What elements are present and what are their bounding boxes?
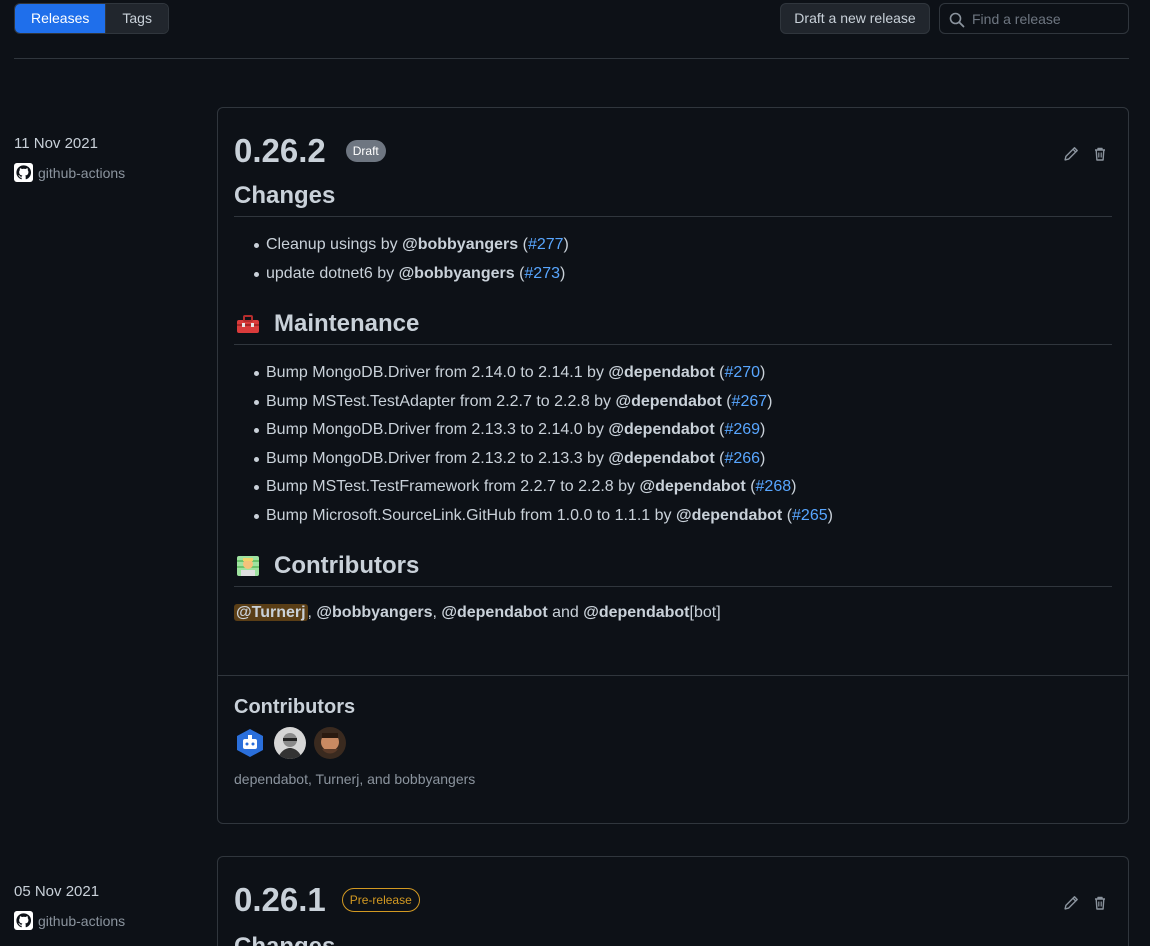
release-version[interactable]: 0.26.1 — [234, 881, 326, 919]
paren: ) — [760, 449, 766, 467]
section-heading-changes: Changes — [234, 182, 1112, 217]
contributors-footer: Contributors dependabot, Turnerj, and bo… — [218, 675, 1128, 823]
paren: ) — [563, 236, 569, 253]
release-version[interactable]: 0.26.2 — [234, 132, 326, 170]
changes-list: Cleanup usings by @bobbyangers (#277) up… — [234, 231, 1112, 288]
list-item: Bump MSTest.TestAdapter from 2.2.7 to 2.… — [254, 388, 1112, 417]
user-mention[interactable]: @dependabot — [441, 604, 547, 621]
footer-heading: Contributors — [234, 696, 356, 718]
release-card: 0.26.2 Draft Changes Cleanup usings by @… — [217, 107, 1129, 824]
release-date: 11 Nov 2021 — [14, 135, 98, 152]
trash-icon[interactable] — [1092, 146, 1108, 162]
user-mention[interactable]: @bobbyangers — [402, 236, 518, 253]
search-input[interactable] — [972, 4, 1122, 33]
toolbox-icon — [234, 312, 262, 336]
pr-link[interactable]: #269 — [724, 421, 760, 438]
search-icon — [949, 12, 965, 28]
item-text: update dotnet6 by — [266, 264, 399, 282]
section-heading-text: Changes — [234, 933, 335, 946]
edit-pencil-icon[interactable] — [1063, 146, 1079, 162]
user-mention[interactable]: @dependabot — [616, 393, 722, 410]
draft-new-release-button[interactable]: Draft a new release — [780, 3, 930, 34]
prerelease-badge: Pre-release — [341, 888, 420, 912]
releases-tags-switch: Releases Tags — [14, 3, 169, 34]
contributor-names: dependabot, Turnerj, and bobbyangers — [234, 771, 476, 787]
section-heading-text: Changes — [234, 182, 336, 209]
contributors-line: @Turnerj, @bobbyangers, @dependabot and … — [234, 601, 1112, 625]
pr-link[interactable]: #266 — [724, 450, 760, 467]
tab-tags[interactable]: Tags — [105, 4, 168, 33]
avatar-bobbyangers[interactable] — [314, 727, 346, 759]
user-mention[interactable]: @dependabot — [608, 421, 714, 438]
section-heading-maintenance: Maintenance — [234, 310, 1112, 345]
pr-link[interactable]: #273 — [524, 265, 560, 282]
release-toolbar: Releases Tags Draft a new release — [14, 3, 1129, 34]
list-item: Bump MongoDB.Driver from 2.13.3 to 2.14.… — [254, 416, 1112, 445]
pr-link[interactable]: #268 — [756, 478, 792, 495]
author-name[interactable]: github-actions — [38, 913, 125, 929]
avatar-turnerj[interactable] — [274, 727, 306, 759]
paren: ) — [767, 392, 773, 410]
maintenance-list: Bump MongoDB.Driver from 2.14.0 to 2.14.… — [234, 359, 1112, 530]
item-text: Bump MSTest.TestFramework from 2.2.7 to … — [266, 478, 640, 495]
pr-link[interactable]: #277 — [528, 236, 564, 253]
user-mention[interactable]: @bobbyangers — [399, 265, 515, 282]
list-item: Bump MongoDB.Driver from 2.14.0 to 2.14.… — [254, 359, 1112, 388]
release-meta: 05 Nov 2021 github-actions — [14, 883, 125, 930]
edit-pencil-icon[interactable] — [1063, 895, 1079, 911]
avatar-dependabot[interactable] — [234, 727, 266, 759]
paren: ) — [760, 364, 766, 381]
section-heading-text: Maintenance — [274, 310, 420, 337]
paren: ) — [827, 506, 833, 524]
item-text: Bump MongoDB.Driver from 2.13.3 to 2.14.… — [266, 421, 609, 438]
item-text: Bump Microsoft.SourceLink.GitHub from 1.… — [266, 506, 676, 524]
user-mention[interactable]: @bobbyangers — [316, 604, 432, 621]
list-item: Bump MSTest.TestFramework from 2.2.7 to … — [254, 473, 1112, 502]
paren: ) — [760, 421, 766, 438]
section-heading-changes: Changes — [234, 933, 1112, 946]
list-item: Bump Microsoft.SourceLink.GitHub from 1.… — [254, 502, 1112, 531]
release-author[interactable]: github-actions — [14, 911, 125, 930]
user-mention[interactable]: @Turnerj — [234, 604, 308, 621]
technologist-icon — [234, 554, 262, 578]
pr-link[interactable]: #265 — [792, 507, 828, 524]
paren: ) — [560, 264, 566, 282]
item-text: Cleanup usings by — [266, 236, 403, 253]
section-heading-contributors: Contributors — [234, 552, 1112, 587]
draft-badge: Draft — [345, 140, 386, 162]
item-text: Bump MSTest.TestAdapter from 2.2.7 to 2.… — [266, 392, 616, 410]
separator: and — [547, 604, 584, 621]
user-mention[interactable]: @dependabot — [608, 364, 714, 381]
list-item: Cleanup usings by @bobbyangers (#277) — [254, 231, 1112, 260]
pr-link[interactable]: #267 — [732, 393, 768, 410]
list-item: update dotnet6 by @bobbyangers (#273) — [254, 260, 1112, 289]
user-mention[interactable]: @dependabot — [583, 604, 689, 621]
release-meta: 11 Nov 2021 github-actions — [14, 135, 125, 182]
paren: ) — [791, 478, 797, 495]
github-actions-avatar-icon — [14, 911, 33, 930]
user-mention[interactable]: @dependabot — [676, 507, 782, 524]
pr-link[interactable]: #270 — [724, 364, 760, 381]
tab-releases[interactable]: Releases — [15, 4, 106, 33]
release-author[interactable]: github-actions — [14, 163, 125, 182]
section-heading-text: Contributors — [274, 552, 420, 579]
github-actions-avatar-icon — [14, 163, 33, 182]
bot-suffix: [bot] — [689, 604, 721, 621]
user-mention[interactable]: @dependabot — [639, 478, 745, 495]
trash-icon[interactable] — [1092, 895, 1108, 911]
toolbar-divider — [14, 58, 1129, 59]
release-date: 05 Nov 2021 — [14, 883, 100, 900]
author-name[interactable]: github-actions — [38, 165, 125, 181]
item-text: Bump MongoDB.Driver from 2.14.0 to 2.14.… — [266, 364, 609, 381]
release-card: 0.26.1 Pre-release Changes — [217, 856, 1129, 946]
user-mention[interactable]: @dependabot — [608, 450, 714, 467]
list-item: Bump MongoDB.Driver from 2.13.2 to 2.13.… — [254, 445, 1112, 474]
item-text: Bump MongoDB.Driver from 2.13.2 to 2.13.… — [266, 449, 609, 467]
release-search[interactable] — [939, 3, 1129, 34]
avatar-list — [234, 727, 1112, 759]
